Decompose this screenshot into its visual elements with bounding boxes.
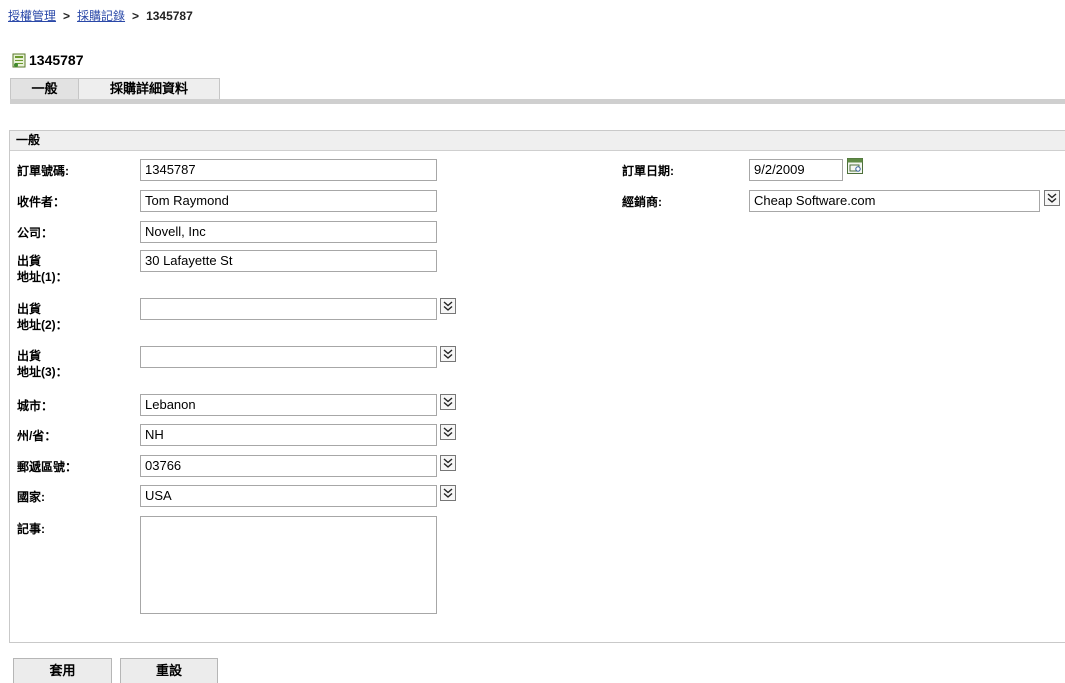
reseller-label: 經銷商: [622, 195, 662, 209]
recipient-input[interactable]: Tom Raymond [140, 190, 437, 212]
city-input[interactable]: Lebanon [140, 394, 437, 416]
postal-code-dropdown-icon[interactable] [440, 455, 456, 471]
notes-textarea[interactable] [140, 516, 437, 614]
tab-general[interactable]: 一般 [10, 78, 79, 99]
order-date-input[interactable]: 9/2/2009 [749, 159, 843, 181]
ship-address-3-label-line1: 出貨 [17, 349, 42, 363]
order-number-label: 訂單號碼: [17, 164, 69, 178]
city-label: 城市： [17, 399, 54, 413]
postal-code-input[interactable]: 03766 [140, 455, 437, 477]
company-label: 公司： [17, 226, 54, 240]
postal-code-label: 郵遞區號： [17, 460, 78, 474]
country-input[interactable]: USA [140, 485, 437, 507]
ship-address-2-label-line1: 出貨 [17, 302, 42, 316]
breadcrumb-separator: > [132, 9, 140, 23]
recipient-label: 收件者： [17, 195, 66, 209]
order-date-label: 訂單日期: [622, 164, 674, 178]
section-header: 一般 [10, 131, 1065, 151]
country-dropdown-icon[interactable] [440, 485, 456, 501]
page-title: 1345787 [12, 52, 84, 68]
page-title-text: 1345787 [29, 52, 84, 68]
tab-purchase-details[interactable]: 採購詳細資料 [78, 78, 220, 99]
calendar-icon[interactable] [847, 158, 863, 174]
city-dropdown-icon[interactable] [440, 394, 456, 410]
ship-address-1-label: 出貨 地址(1)： [17, 253, 68, 285]
ship-address-1-label-line1: 出貨 [17, 254, 42, 268]
ship-address-2-input[interactable] [140, 298, 437, 320]
breadcrumb-current: 1345787 [146, 9, 193, 23]
breadcrumb-license-management[interactable]: 授權管理 [8, 9, 56, 23]
order-document-icon [12, 53, 26, 68]
notes-label: 記事: [17, 522, 45, 536]
ship-address-1-label-line2: 地址(1)： [17, 270, 68, 284]
state-input[interactable]: NH [140, 424, 437, 446]
country-label: 國家: [17, 490, 45, 504]
ship-address-1-input[interactable]: 30 Lafayette St [140, 250, 437, 272]
breadcrumb-purchase-records[interactable]: 採購記錄 [77, 9, 125, 23]
state-label: 州/省： [17, 429, 57, 443]
ship-address-3-input[interactable] [140, 346, 437, 368]
ship-address-3-label: 出貨 地址(3)： [17, 348, 68, 380]
state-dropdown-icon[interactable] [440, 424, 456, 440]
reseller-dropdown-icon[interactable] [1044, 190, 1060, 206]
ship-address-2-dropdown-icon[interactable] [440, 298, 456, 314]
breadcrumb: 授權管理 > 採購記錄 >1345787 [8, 7, 193, 24]
apply-button[interactable]: 套用 [13, 658, 112, 683]
tab-bar: 一般 採購詳細資料 [10, 78, 1065, 104]
reseller-input[interactable]: Cheap Software.com [749, 190, 1040, 212]
ship-address-2-label: 出貨 地址(2)： [17, 301, 68, 333]
company-input[interactable]: Novell, Inc [140, 221, 437, 243]
reset-button[interactable]: 重設 [120, 658, 218, 683]
ship-address-3-label-line2: 地址(3)： [17, 365, 68, 379]
order-number-input[interactable]: 1345787 [140, 159, 437, 181]
ship-address-3-dropdown-icon[interactable] [440, 346, 456, 362]
breadcrumb-separator: > [63, 9, 71, 23]
ship-address-2-label-line2: 地址(2)： [17, 318, 68, 332]
